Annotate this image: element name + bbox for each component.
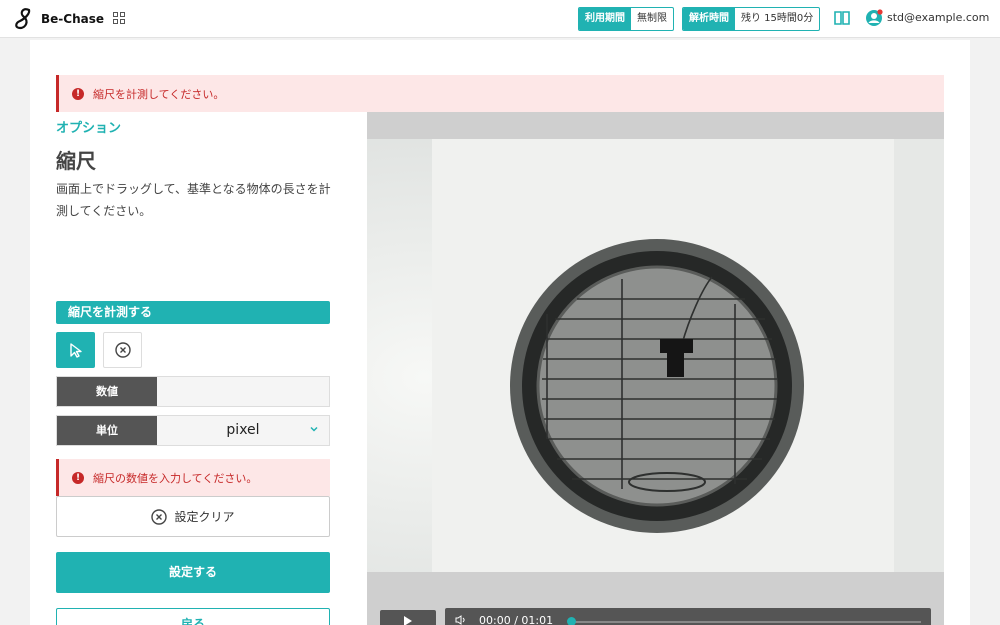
seek-track[interactable] bbox=[571, 621, 921, 623]
timeline-bar: 00:00 / 01:01 bbox=[445, 608, 931, 625]
cancel-circle-icon bbox=[151, 508, 168, 525]
video-viewer: 00:00 / 01:01 bbox=[367, 112, 944, 625]
alert-message: 縮尺を計測してください。 bbox=[93, 87, 225, 101]
clear-settings-button[interactable]: 設定クリア bbox=[56, 496, 330, 537]
video-controls: 00:00 / 01:01 bbox=[367, 572, 944, 625]
user-email[interactable]: std@example.com bbox=[887, 11, 989, 24]
play-icon bbox=[404, 616, 412, 625]
alert-value-required: ! 縮尺の数値を入力してください。 bbox=[56, 459, 330, 496]
apply-settings-button[interactable]: 設定する bbox=[56, 552, 330, 593]
usage-period-badge: 利用期間 無制限 bbox=[578, 7, 674, 31]
volume-icon[interactable] bbox=[455, 615, 467, 625]
unit-select[interactable]: pixel bbox=[157, 416, 329, 445]
user-icon[interactable] bbox=[865, 9, 883, 27]
play-button[interactable] bbox=[380, 610, 436, 625]
alert-message: 縮尺の数値を入力してください。 bbox=[93, 471, 258, 485]
chevron-down-icon bbox=[310, 426, 318, 432]
page-description: 画面上でドラッグして、基準となる物体の長さを計測してください。 bbox=[56, 182, 331, 218]
video-still bbox=[367, 139, 944, 572]
alert-icon: ! bbox=[72, 471, 84, 484]
brand-name: Be-Chase bbox=[41, 12, 104, 26]
value-row: 数値 bbox=[56, 376, 330, 407]
option-label: オプション bbox=[56, 121, 122, 136]
page-title: 縮尺 bbox=[56, 149, 96, 173]
usage-period-label: 利用期間 bbox=[579, 8, 631, 30]
analysis-time-value: 残り 15時間0分 bbox=[741, 13, 814, 24]
pointer-icon bbox=[69, 343, 82, 358]
brand-logo[interactable]: Be-Chase bbox=[12, 8, 104, 30]
unit-selected-value: pixel bbox=[226, 422, 260, 438]
cancel-tool-button[interactable] bbox=[103, 332, 142, 368]
seek-handle[interactable] bbox=[567, 617, 576, 625]
clear-settings-label: 設定クリア bbox=[174, 510, 235, 524]
pointer-tool-button[interactable] bbox=[56, 332, 95, 368]
unit-label: 単位 bbox=[57, 416, 157, 445]
measure-section-header: 縮尺を計測する bbox=[56, 301, 330, 324]
cancel-circle-icon bbox=[114, 342, 131, 358]
value-input[interactable] bbox=[157, 377, 329, 406]
apps-grid-icon[interactable] bbox=[113, 12, 125, 24]
usage-period-value: 無制限 bbox=[637, 13, 667, 24]
back-button[interactable]: 戻る bbox=[56, 608, 330, 625]
alert-icon: ! bbox=[72, 87, 84, 100]
top-bar: Be-Chase 利用期間 無制限 解析時間 残り 15時間0分 std@exa… bbox=[0, 0, 1000, 38]
time-display: 00:00 / 01:01 bbox=[479, 614, 554, 625]
logo-icon bbox=[15, 8, 31, 30]
analysis-time-badge: 解析時間 残り 15時間0分 bbox=[682, 7, 821, 31]
value-label: 数値 bbox=[57, 377, 157, 406]
unit-row: 単位 pixel bbox=[56, 415, 330, 446]
alert-measure-scale: ! 縮尺を計測してください。 bbox=[56, 75, 944, 112]
analysis-time-label: 解析時間 bbox=[683, 8, 735, 30]
book-icon[interactable] bbox=[834, 11, 850, 25]
video-frame[interactable] bbox=[367, 139, 944, 572]
